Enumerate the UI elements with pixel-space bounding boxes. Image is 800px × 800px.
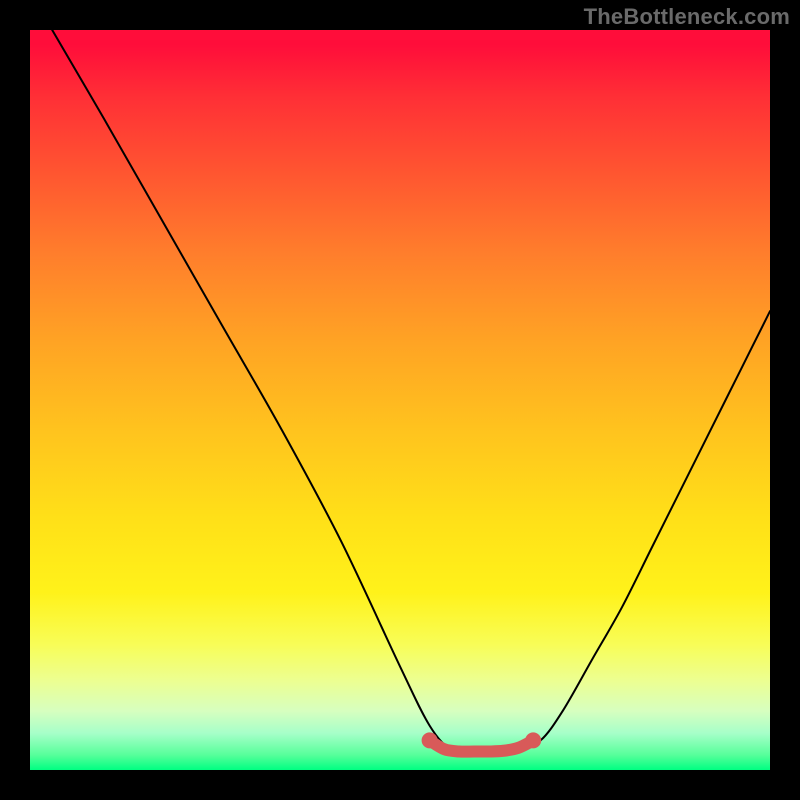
- bottleneck-curve: [52, 30, 770, 752]
- trough-highlight: [430, 740, 534, 751]
- trough-end-dot-right: [525, 732, 541, 748]
- chart-frame: TheBottleneck.com: [0, 0, 800, 800]
- plot-area: [30, 30, 770, 770]
- trough-end-dot-left: [422, 732, 438, 748]
- curve-svg: [30, 30, 770, 770]
- watermark-text: TheBottleneck.com: [584, 4, 790, 30]
